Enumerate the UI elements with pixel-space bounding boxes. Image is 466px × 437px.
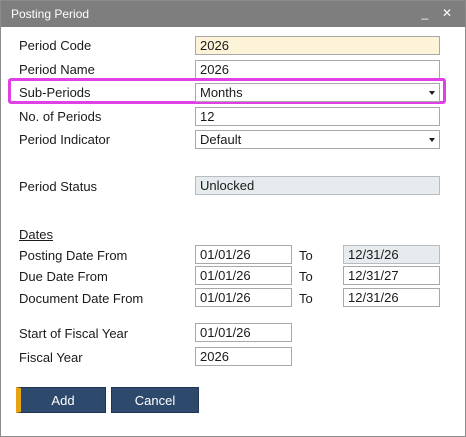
num-periods-label: No. of Periods xyxy=(19,109,102,124)
dropdown-arrow-icon xyxy=(429,138,435,142)
minimize-icon[interactable]: _ xyxy=(417,4,433,22)
posting-to-label: To xyxy=(299,248,313,263)
num-periods-field[interactable]: 12 xyxy=(195,107,440,126)
cancel-button[interactable]: Cancel xyxy=(111,387,199,413)
dates-section-heading: Dates xyxy=(19,227,53,242)
period-indicator-label: Period Indicator xyxy=(19,132,111,147)
document-date-label: Document Date From xyxy=(19,291,144,306)
window-title: Posting Period xyxy=(11,7,90,21)
fiscal-year-label: Fiscal Year xyxy=(19,350,83,365)
fiscal-year-field[interactable]: 2026 xyxy=(195,347,292,366)
due-date-label: Due Date From xyxy=(19,269,108,284)
due-date-from-field[interactable]: 01/01/26 xyxy=(195,266,292,285)
due-date-to-field[interactable]: 12/31/27 xyxy=(343,266,440,285)
period-name-field[interactable]: 2026 xyxy=(195,60,440,79)
document-date-to-field[interactable]: 12/31/26 xyxy=(343,288,440,307)
posting-period-window: Posting Period _ ✕ Period Code 2026 Peri… xyxy=(0,0,466,437)
due-to-label: To xyxy=(299,269,313,284)
period-status-field: Unlocked xyxy=(195,176,440,195)
posting-date-to-field: 12/31/26 xyxy=(343,245,440,264)
sub-periods-dropdown[interactable]: Months xyxy=(195,83,440,102)
fiscal-start-field[interactable]: 01/01/26 xyxy=(195,323,292,342)
title-bar: Posting Period _ ✕ xyxy=(1,1,465,27)
posting-date-label: Posting Date From xyxy=(19,248,128,263)
period-name-label: Period Name xyxy=(19,62,95,77)
dropdown-arrow-icon xyxy=(429,91,435,95)
posting-date-from-field[interactable]: 01/01/26 xyxy=(195,245,292,264)
period-indicator-dropdown[interactable]: Default xyxy=(195,130,440,149)
add-button[interactable]: Add xyxy=(16,387,106,413)
period-status-label: Period Status xyxy=(19,179,98,194)
sub-periods-value: Months xyxy=(200,85,243,100)
close-icon[interactable]: ✕ xyxy=(439,4,455,22)
period-indicator-value: Default xyxy=(200,132,242,147)
document-date-from-field[interactable]: 01/01/26 xyxy=(195,288,292,307)
document-to-label: To xyxy=(299,291,313,306)
period-code-label: Period Code xyxy=(19,38,92,53)
period-code-field[interactable]: 2026 xyxy=(195,36,440,55)
fiscal-start-label: Start of Fiscal Year xyxy=(19,326,129,341)
sub-periods-label: Sub-Periods xyxy=(19,85,91,100)
